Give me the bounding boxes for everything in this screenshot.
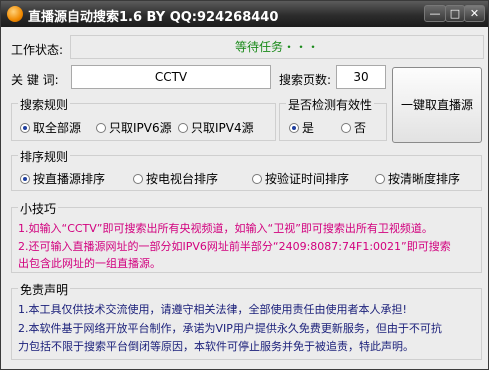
maximize-button[interactable]: □ <box>445 5 465 22</box>
radio-label: 是 <box>302 121 315 135</box>
radio-dot-icon <box>252 173 262 184</box>
radio-check-no[interactable]: 否 <box>341 119 366 136</box>
tips-group: 小技巧 1.如输入“CCTV”即可搜索出所有央视频道，如输入“卫视”即可搜索出所… <box>11 200 482 273</box>
disclaimer-line: 力包括不限于搜索平台倒闭等原因，本软件可停止服务并免于被追责，特此声明。 <box>18 340 414 353</box>
status-display: 等待任务・・・ <box>70 35 484 59</box>
fetch-live-sources-button[interactable]: 一键取直播源 <box>392 67 482 143</box>
keyword-input[interactable]: CCTV <box>71 65 271 89</box>
radio-label: 只取IPV4源 <box>191 121 254 135</box>
radio-dot-icon <box>20 173 30 184</box>
app-window: 直播源自动搜索1.6 BY QQ:924268440 — □ ✕ 工作状态: 等… <box>0 0 489 370</box>
radio-label: 只取IPV6源 <box>109 121 172 135</box>
radio-dot-icon <box>375 173 385 184</box>
title-bar[interactable]: 直播源自动搜索1.6 BY QQ:924268440 — □ ✕ <box>1 1 488 27</box>
radio-ipv6-only[interactable]: 只取IPV6源 <box>96 119 172 136</box>
radio-sort-by-source[interactable]: 按直播源排序 <box>20 170 105 187</box>
radio-sort-by-verify-time[interactable]: 按验证时间排序 <box>252 170 349 187</box>
radio-label: 按电视台排序 <box>146 172 219 186</box>
minimize-button[interactable]: — <box>424 5 446 22</box>
radio-dot-icon <box>96 122 106 133</box>
disclaimer-line: 1.本工具仅供技术交流使用，请遵守相关法律，全部使用责任由使用者本人承担! <box>18 303 407 316</box>
app-logo-icon <box>7 6 23 22</box>
radio-label: 按清晰度排序 <box>388 172 461 186</box>
pages-input[interactable]: 30 <box>336 65 386 89</box>
radio-ipv4-only[interactable]: 只取IPV4源 <box>178 119 254 136</box>
tips-title: 小技巧 <box>18 200 59 217</box>
status-label: 工作状态: <box>11 43 64 57</box>
tip-line: 2.还可输入直播源网址的一部分如IPV6网址前半部分“2409:8087:74F… <box>18 240 451 253</box>
radio-check-yes[interactable]: 是 <box>289 119 314 136</box>
tip-line: 1.如输入“CCTV”即可搜索出所有央视频道，如输入“卫视”即可搜索出所有卫视频… <box>18 222 433 235</box>
sort-rule-title: 排序规则 <box>18 148 71 165</box>
validity-check-group: 是否检测有效性 是 否 <box>279 96 387 141</box>
radio-dot-icon <box>178 122 188 133</box>
radio-dot-icon <box>20 122 30 133</box>
keyword-label: 关 键 词: <box>11 73 59 87</box>
radio-label: 按验证时间排序 <box>265 172 350 186</box>
search-rule-title: 搜索规则 <box>18 96 71 113</box>
radio-dot-icon <box>289 122 299 133</box>
radio-all-sources[interactable]: 取全部源 <box>20 119 81 136</box>
close-button[interactable]: ✕ <box>464 5 485 22</box>
radio-label: 按直播源排序 <box>33 172 106 186</box>
pages-label: 搜索页数: <box>279 73 332 87</box>
validity-check-title: 是否检测有效性 <box>286 96 375 113</box>
radio-dot-icon <box>133 173 143 184</box>
radio-sort-by-channel[interactable]: 按电视台排序 <box>133 170 218 187</box>
radio-label: 取全部源 <box>33 121 82 135</box>
search-rule-group: 搜索规则 取全部源 只取IPV6源 只取IPV4源 <box>11 96 276 141</box>
tip-line: 出包含此网址的一组直播源。 <box>18 257 161 270</box>
disclaimer-group: 免责声明 1.本工具仅供技术交流使用，请遵守相关法律，全部使用责任由使用者本人承… <box>11 281 482 360</box>
radio-sort-by-clarity[interactable]: 按清晰度排序 <box>375 170 460 187</box>
radio-label: 否 <box>354 121 367 135</box>
disclaimer-title: 免责声明 <box>18 281 71 298</box>
window-title: 直播源自动搜索1.6 BY QQ:924268440 <box>28 10 279 25</box>
sort-rule-group: 排序规则 按直播源排序 按电视台排序 按验证时间排序 按清晰度排序 <box>11 148 482 191</box>
disclaimer-line: 2.本软件基于网络开放平台制作，承诺为VIP用户提供永久免费更新服务，但由于不可… <box>18 322 442 335</box>
radio-dot-icon <box>341 122 351 133</box>
